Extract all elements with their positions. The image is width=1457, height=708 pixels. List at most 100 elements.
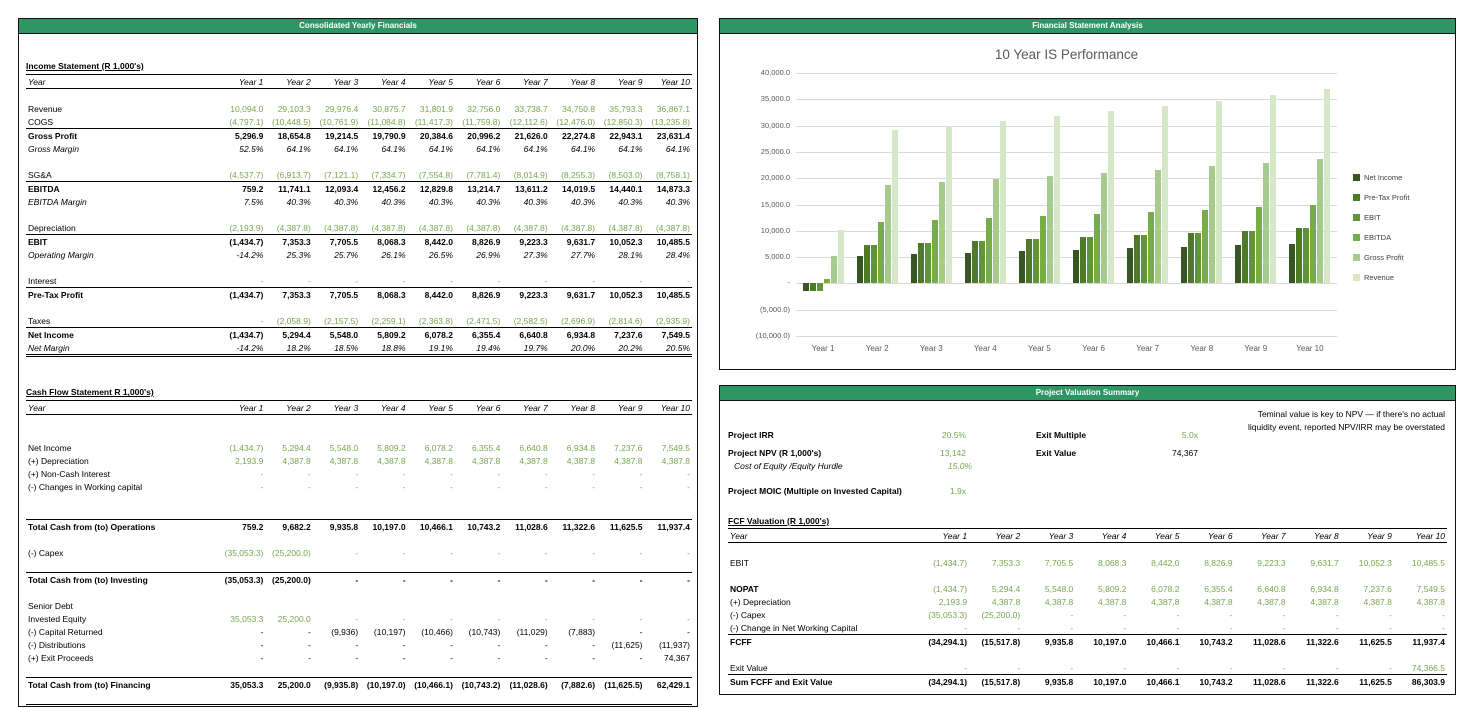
cell[interactable]: 10,743.2 <box>1181 634 1235 648</box>
cell[interactable]: -14.2% <box>218 341 266 357</box>
cell[interactable]: 13,611.2 <box>502 181 550 195</box>
cell[interactable]: (8,255.3) <box>550 168 597 182</box>
cell[interactable]: - <box>969 621 1022 635</box>
cell[interactable]: - <box>1288 608 1341 621</box>
cell[interactable]: - <box>597 467 644 480</box>
row-label[interactable]: (-) Capital Returned <box>26 625 218 638</box>
cell[interactable]: - <box>550 651 597 664</box>
cell[interactable]: (4,387.8) <box>597 221 644 235</box>
cell[interactable]: 26.1% <box>360 248 407 261</box>
cell[interactable]: 5,809.2 <box>360 441 407 454</box>
cell[interactable]: - <box>549 572 598 586</box>
cell[interactable]: 9,223.3 <box>502 234 550 248</box>
year-header-cell[interactable]: Year 9 <box>597 74 645 89</box>
cell[interactable]: 11,625.5 <box>597 519 645 533</box>
cell[interactable]: - <box>1235 661 1288 675</box>
cell[interactable]: 18,654.8 <box>265 128 313 142</box>
cell[interactable]: (2,471.5) <box>455 314 502 328</box>
cell[interactable]: 11,937.4 <box>1393 634 1447 648</box>
year-header-cell[interactable]: Year 2 <box>265 400 313 415</box>
row-label[interactable]: (+) Depreciation <box>26 454 218 467</box>
cell[interactable]: 4,387.8 <box>550 454 597 467</box>
cell[interactable]: (7,554.8) <box>408 168 455 182</box>
cell[interactable]: (35,053.3) <box>218 546 265 559</box>
year-header-cell[interactable]: Year 1 <box>916 528 970 543</box>
cell[interactable]: - <box>1394 621 1447 635</box>
cell[interactable]: 5,294.4 <box>265 441 312 454</box>
cell[interactable]: (10,197) <box>360 625 407 638</box>
cell[interactable]: 7,705.5 <box>1022 556 1075 569</box>
cell[interactable]: 7,549.5 <box>1394 582 1447 595</box>
cell[interactable]: 40.3% <box>550 195 597 208</box>
cell[interactable]: (10,466.1) <box>407 677 455 691</box>
cell[interactable]: - <box>550 612 597 625</box>
cell[interactable]: - <box>312 572 361 586</box>
cell[interactable]: (25,200.0) <box>265 546 312 559</box>
cell[interactable]: - <box>550 638 597 651</box>
cell[interactable]: 6,355.4 <box>1181 582 1234 595</box>
cell[interactable]: 10,743.2 <box>454 519 503 533</box>
cell[interactable]: - <box>360 546 407 559</box>
cell[interactable] <box>502 599 549 612</box>
cell[interactable]: 6,078.2 <box>408 441 455 454</box>
cell[interactable]: 7.5% <box>218 195 265 208</box>
row-label[interactable]: Net Income <box>26 327 218 341</box>
cell[interactable]: - <box>597 625 644 638</box>
cell[interactable]: (34,294.1) <box>916 674 970 688</box>
cell[interactable]: 11,322.6 <box>1287 674 1341 688</box>
cell[interactable]: 9,935.8 <box>1022 674 1076 688</box>
year-header-cell[interactable]: Year 8 <box>549 74 598 89</box>
cell[interactable]: 22,943.1 <box>597 128 645 142</box>
cell[interactable]: (4,387.8) <box>455 221 502 235</box>
cell[interactable]: - <box>455 274 502 288</box>
cell[interactable]: 19.7% <box>502 341 550 357</box>
cell[interactable]: - <box>1075 608 1128 621</box>
cell[interactable]: (10,743.2) <box>454 677 503 691</box>
cell[interactable]: (2,058.9) <box>265 314 312 328</box>
row-label[interactable]: Depreciation <box>26 221 218 235</box>
cell[interactable]: 74,366.5 <box>1394 661 1447 675</box>
cell[interactable]: - <box>502 704 550 706</box>
cell[interactable]: - <box>550 274 597 288</box>
cell[interactable]: 4,387.8 <box>265 454 312 467</box>
cell[interactable]: - <box>313 651 360 664</box>
year-header-cell[interactable]: Year 10 <box>644 400 692 415</box>
cell[interactable]: - <box>1288 661 1341 675</box>
cell[interactable]: 8,826.9 <box>1181 556 1234 569</box>
year-header-cell[interactable]: Year 5 <box>407 74 455 89</box>
year-header-cell[interactable]: Year 9 <box>1340 528 1394 543</box>
cell[interactable]: - <box>597 612 644 625</box>
cell[interactable]: - <box>407 572 455 586</box>
cell[interactable]: - <box>313 480 360 493</box>
cell[interactable]: 7,353.3 <box>265 234 313 248</box>
cell[interactable]: 28.4% <box>645 248 692 261</box>
cell[interactable]: 18.2% <box>265 341 313 357</box>
cell[interactable]: (10,448.5) <box>265 115 312 129</box>
cell[interactable]: 27.7% <box>550 248 597 261</box>
cell[interactable]: - <box>597 651 644 664</box>
cell[interactable]: 35,793.3 <box>597 102 644 115</box>
cell[interactable] <box>645 599 692 612</box>
cell[interactable]: 7,353.3 <box>265 287 313 301</box>
cell[interactable]: - <box>265 274 312 288</box>
project-irr-value[interactable]: 20.5% <box>906 429 966 442</box>
row-label[interactable]: Interest <box>26 274 218 288</box>
cell[interactable]: - <box>1181 661 1234 675</box>
row-label[interactable]: EBITDA <box>26 181 218 195</box>
year-header-cell[interactable]: Year 3 <box>312 74 361 89</box>
cell[interactable]: (11,759.8) <box>455 115 502 129</box>
cell[interactable]: 26.9% <box>455 248 502 261</box>
cell[interactable]: 6,078.2 <box>407 327 455 341</box>
cell[interactable]: 4,387.8 <box>1181 595 1234 608</box>
cell[interactable]: 4,387.8 <box>1075 595 1128 608</box>
cell[interactable]: 8,826.9 <box>454 234 503 248</box>
cell[interactable]: 25,200.0 <box>265 612 312 625</box>
exit-multiple-value[interactable]: 5.0x <box>1156 429 1198 442</box>
cell[interactable]: - <box>313 612 360 625</box>
cell[interactable]: (4,387.8) <box>502 221 549 235</box>
cell[interactable]: (2,935.9) <box>645 314 692 328</box>
row-label[interactable]: Invested Equity <box>26 612 218 625</box>
cell[interactable]: (9,935.8) <box>312 677 361 691</box>
cell[interactable]: 10,197.0 <box>360 519 408 533</box>
cell[interactable]: - <box>360 651 407 664</box>
